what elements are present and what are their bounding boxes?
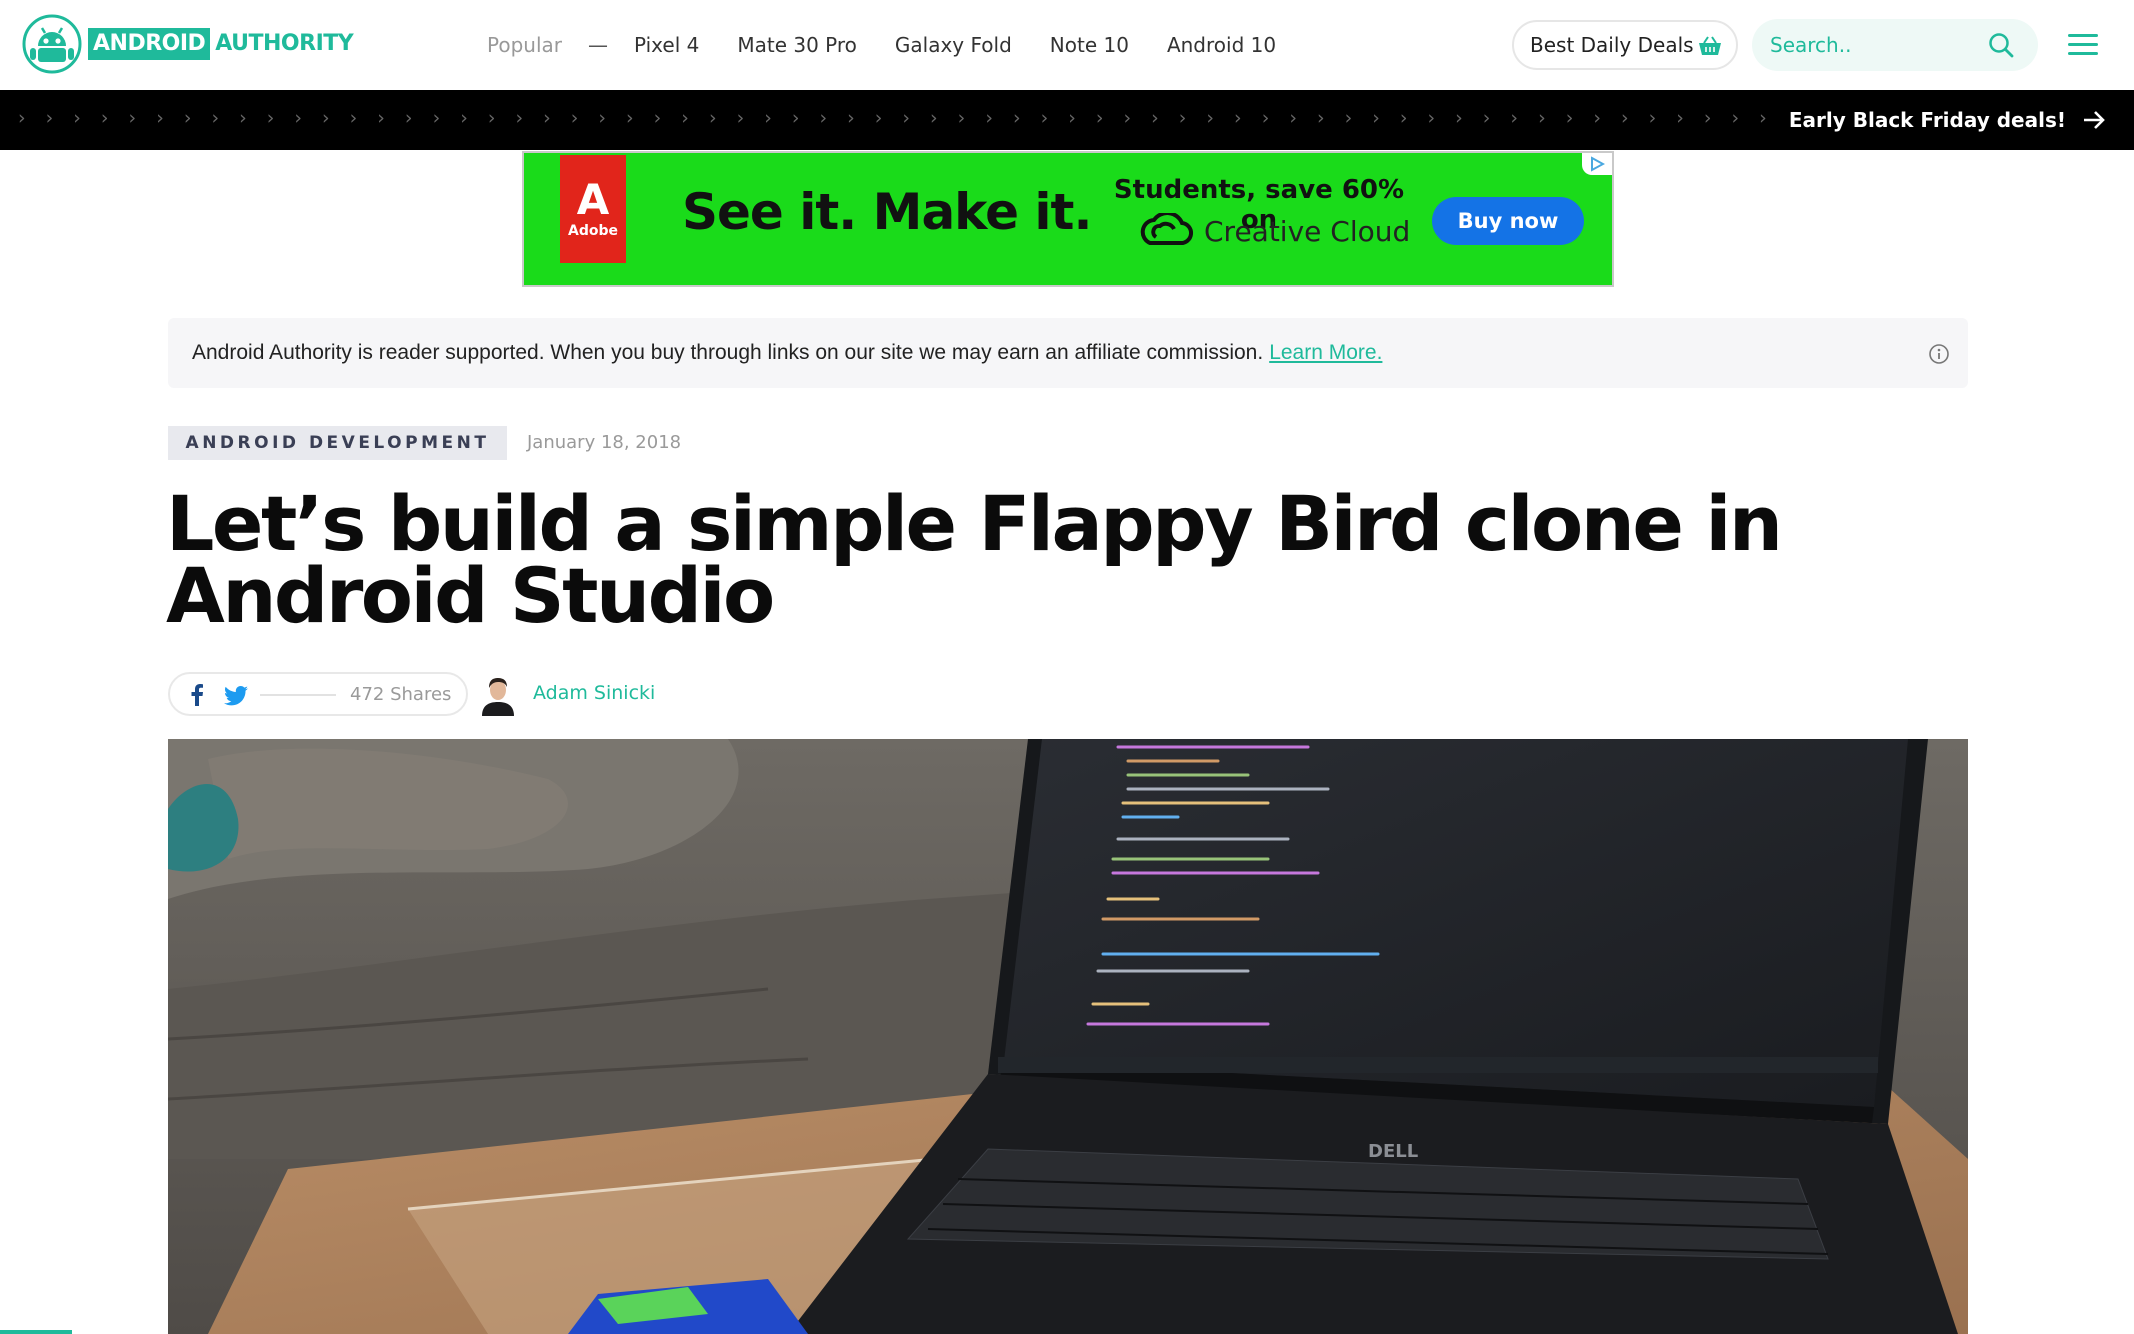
share-count: 472 Shares [350,684,452,705]
adchoices-icon[interactable] [1582,153,1612,175]
top-nav: Popular — Pixel 4 Mate 30 Pro Galaxy Fol… [487,0,1314,90]
ad-product-name: Creative Cloud [1204,214,1411,248]
adobe-logo-text: Adobe [568,223,618,239]
author-name-link[interactable]: Adam Sinicki [533,682,655,704]
best-daily-deals-button[interactable]: Best Daily Deals [1512,20,1738,70]
affiliate-disclosure: Android Authority is reader supported. W… [168,318,1968,388]
nav-item-mate-30-pro[interactable]: Mate 30 Pro [737,33,857,57]
chevron-pattern: › › › › › › › › › › › › › › › › › › › › … [18,107,1818,129]
bottom-accent-bar [0,1330,72,1334]
basket-icon [1699,36,1721,55]
article-title: Let’s build a simple Flappy Bird clone i… [166,479,1783,640]
adobe-logo-mark: A [576,175,610,224]
nav-separator: — [588,33,608,57]
publish-date: January 18, 2018 [527,432,682,453]
facebook-icon[interactable] [190,684,204,706]
laptop-on-table-photo: DELL [168,739,1968,1334]
ad-product: Creative Cloud [1136,213,1410,249]
logo-word-authority: AUTHORITY [215,31,354,56]
logo-wordmark: ANDROID AUTHORITY [88,28,354,60]
share-divider [260,694,336,696]
site-header: ANDROID AUTHORITY Popular — Pixel 4 Mate… [0,0,2134,90]
search-input[interactable] [1770,33,1980,57]
search-box [1752,19,2038,71]
creative-cloud-icon [1140,213,1193,246]
author-avatar[interactable] [478,672,518,716]
menu-bar [2068,52,2098,55]
author-photo [478,672,518,716]
nav-item-note-10[interactable]: Note 10 [1050,33,1129,57]
disclosure-text: Android Authority is reader supported. W… [192,341,1264,364]
article-hero-image: DELL [168,739,1968,1334]
logo-word-android: ANDROID [88,28,211,60]
search-icon[interactable] [1988,32,2014,58]
site-logo[interactable]: ANDROID AUTHORITY [22,14,354,74]
hamburger-menu-icon[interactable] [2068,34,2098,56]
menu-bar [2068,34,2098,37]
promo-bar: › › › › › › › › › › › › › › › › › › › › … [0,90,2134,150]
ad-buy-now-button[interactable]: Buy now [1432,197,1584,245]
adchoices-triangle-icon [1591,156,1605,172]
menu-bar [2068,43,2098,46]
adobe-logo: A Adobe [560,155,626,263]
black-friday-deals-link[interactable]: Early Black Friday deals! [1772,90,2106,150]
category-tag[interactable]: ANDROID DEVELOPMENT [168,426,507,460]
ad-headline: See it. Make it. [682,183,1092,241]
svg-text:DELL: DELL [1368,1141,1418,1162]
deals-button-label: Best Daily Deals [1530,33,1694,57]
twitter-icon[interactable] [224,686,248,706]
learn-more-link[interactable]: Learn More. [1269,341,1382,365]
nav-popular-label: Popular [487,33,562,57]
adobe-ad-banner[interactable]: A Adobe See it. Make it. Students, save … [522,151,1614,287]
nav-item-android-10[interactable]: Android 10 [1167,33,1276,57]
share-bar: 472 Shares [168,672,468,716]
info-icon[interactable] [1928,343,1950,365]
android-logo-icon [22,14,82,74]
nav-item-pixel-4[interactable]: Pixel 4 [634,33,699,57]
promo-link-label: Early Black Friday deals! [1788,108,2066,132]
nav-item-galaxy-fold[interactable]: Galaxy Fold [895,33,1012,57]
arrow-right-icon [2084,111,2105,129]
